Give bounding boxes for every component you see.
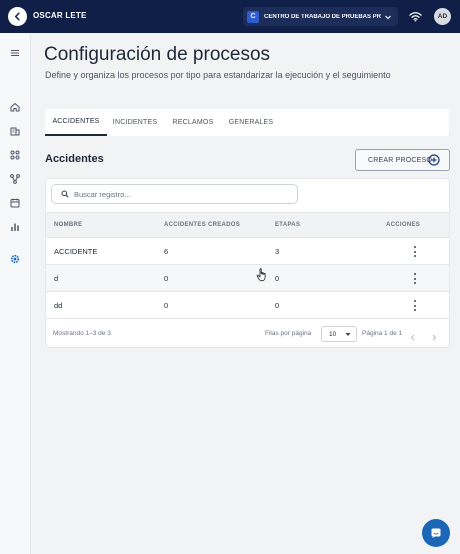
chevron-left-icon [14, 12, 20, 21]
create-process-label: CREAR PROCESO [368, 156, 433, 164]
calendar-icon[interactable] [9, 196, 21, 208]
rows-per-page-value: 10 [329, 330, 337, 338]
rows-per-page-select[interactable]: 10 [321, 326, 357, 342]
showing-count: Mostrando 1–3 de 3 [53, 330, 111, 337]
column-header-etapas[interactable]: ETAPAS [275, 222, 300, 228]
chevron-down-icon [385, 15, 391, 19]
search-box[interactable] [51, 184, 298, 204]
search-input[interactable] [74, 189, 294, 199]
avatar[interactable]: AD [434, 8, 451, 25]
row-actions-kebab-icon[interactable] [410, 246, 420, 257]
table-header: NOMBRE ACCIDENTES CREADOS ETAPAS ACCIONE… [46, 212, 449, 238]
rows-per-page-label: Filas por página [265, 330, 312, 337]
work-center-label: CENTRO DE TRABAJO DE PRUEBAS PRIN... [264, 13, 381, 20]
home-icon[interactable] [9, 100, 21, 112]
next-page-button[interactable] [430, 329, 438, 341]
column-header-nombre[interactable]: NOMBRE [54, 222, 82, 228]
cell-nombre: d [54, 274, 59, 283]
menu-icon[interactable] [9, 46, 21, 58]
previous-page-button[interactable] [409, 329, 417, 341]
tab-generales[interactable]: GENERALES [223, 109, 279, 136]
bar-chart-icon[interactable] [9, 220, 21, 232]
work-center-select[interactable]: C CENTRO DE TRABAJO DE PRUEBAS PRIN... [243, 7, 398, 26]
tab-accidentes[interactable]: ACCIDENTES [45, 109, 107, 136]
work-center-badge: C [247, 10, 259, 23]
chat-support-button[interactable] [422, 519, 450, 547]
table-row[interactable]: d 0 0 [46, 265, 449, 292]
sidebar [0, 33, 31, 554]
process-tabs: ACCIDENTES INCIDENTES RECLAMOS GENERALES [45, 109, 449, 136]
cell-accidentes-creados: 0 [164, 301, 169, 310]
chat-icon [431, 528, 441, 538]
cell-etapas: 0 [275, 301, 280, 310]
page-title: Configuración de procesos [44, 44, 271, 65]
tab-reclamos[interactable]: RECLAMOS [165, 109, 221, 136]
user-name: OSCAR LETE [33, 11, 87, 20]
settings-icon[interactable] [9, 252, 21, 264]
page-indicator: Página 1 de 1 [362, 330, 403, 337]
column-header-accidentes-creados[interactable]: ACCIDENTES CREADOS [164, 222, 240, 228]
cell-etapas: 3 [275, 247, 280, 256]
tab-incidentes[interactable]: INCIDENTES [109, 109, 161, 136]
cell-nombre: dd [54, 301, 63, 310]
grid-icon[interactable] [9, 148, 21, 160]
add-circle-icon [428, 154, 440, 166]
table-row[interactable]: ACCIDENTE 6 3 [46, 238, 449, 265]
row-actions-kebab-icon[interactable] [410, 273, 420, 284]
caret-down-icon [345, 333, 351, 336]
main-content: Configuración de procesos Define y organ… [31, 33, 460, 554]
search-icon [61, 190, 69, 198]
section-title: Accidentes [45, 153, 104, 165]
flow-icon[interactable] [9, 172, 21, 184]
top-bar: OSCAR LETE C CENTRO DE TRABAJO DE PRUEBA… [0, 0, 460, 33]
wifi-icon[interactable] [409, 11, 422, 22]
cell-accidentes-creados: 0 [164, 274, 169, 283]
table-row[interactable]: dd 0 0 [46, 292, 449, 319]
column-header-acciones: ACCIONES [386, 222, 421, 228]
cell-etapas: 0 [275, 274, 280, 283]
cell-accidentes-creados: 6 [164, 247, 169, 256]
row-actions-kebab-icon[interactable] [410, 300, 420, 311]
processes-table-card: NOMBRE ACCIDENTES CREADOS ETAPAS ACCIONE… [45, 178, 450, 348]
chevron-right-icon [432, 334, 437, 341]
page-subtitle: Define y organiza los procesos por tipo … [45, 70, 391, 80]
hand-cursor-icon [256, 268, 266, 282]
cell-nombre: ACCIDENTE [54, 247, 98, 256]
back-button[interactable] [8, 7, 27, 26]
building-icon[interactable] [9, 124, 21, 136]
chevron-left-icon [410, 334, 415, 341]
create-process-button[interactable]: CREAR PROCESO [355, 149, 450, 171]
